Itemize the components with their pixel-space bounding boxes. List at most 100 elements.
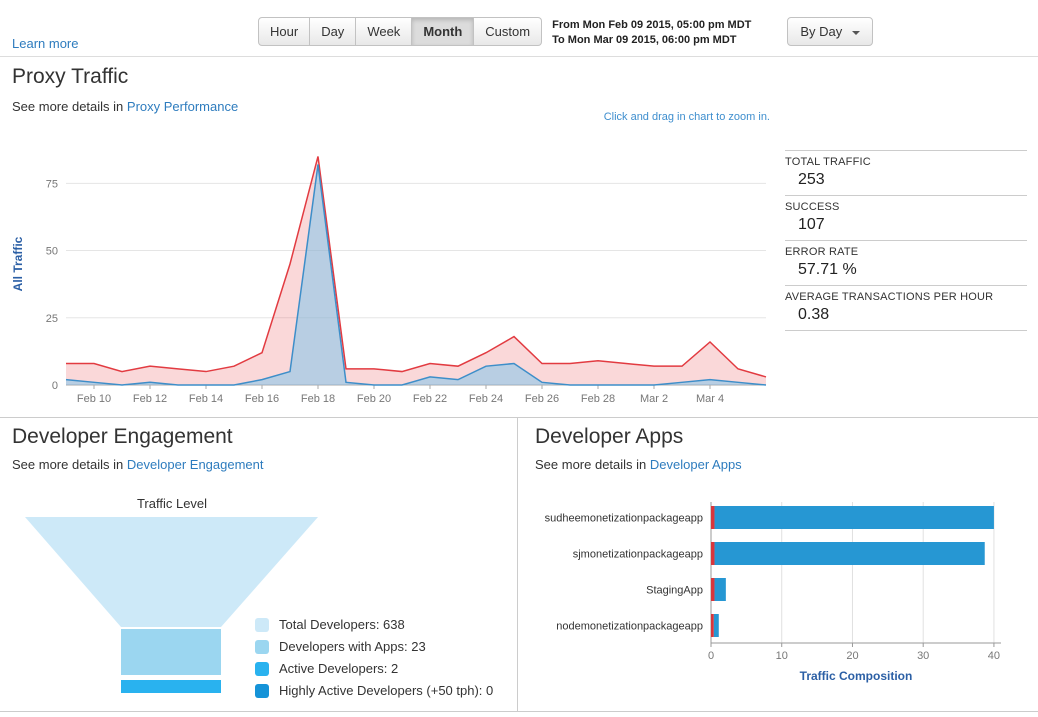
proxy-performance-link[interactable]: Proxy Performance xyxy=(127,99,238,114)
dashboard-page: Learn more Hour Day Week Month Custom From M… xyxy=(0,0,1038,717)
engagement-details-text: See more details in Developer Engagement xyxy=(12,457,264,472)
y-tick-label: 0 xyxy=(52,380,58,392)
time-range-button-group: Hour Day Week Month Custom xyxy=(258,17,543,46)
funnel-segment-total-developers xyxy=(25,517,318,627)
developer-apps-link[interactable]: Developer Apps xyxy=(650,457,742,472)
stat-value: 253 xyxy=(798,171,825,188)
learn-more-link[interactable]: Learn more xyxy=(12,36,78,51)
range-button-custom[interactable]: Custom xyxy=(474,17,543,46)
x-tick-label: Mar 2 xyxy=(640,393,668,405)
funnel-segment-developers-with-apps xyxy=(121,629,221,675)
details-prefix: See more details in xyxy=(12,457,124,472)
funnel-title: Traffic Level xyxy=(136,496,208,511)
bar-segment-errors xyxy=(711,542,715,565)
stat-value: 57.71 % xyxy=(798,261,857,278)
x-tick-label: Feb 20 xyxy=(357,393,391,405)
x-tick-label: Feb 14 xyxy=(189,393,223,405)
developer-apps-section: Developer Apps See more details in Devel… xyxy=(519,418,1038,711)
legend-item: Highly Active Developers (+50 tph): 0 xyxy=(255,683,493,698)
legend-swatch xyxy=(255,683,269,698)
legend-swatch xyxy=(255,617,269,632)
stat-total-traffic: TOTAL TRAFFIC 253 xyxy=(785,150,1027,195)
series-line-success xyxy=(65,164,767,386)
from-label: From xyxy=(552,19,580,31)
bar-segment-errors xyxy=(711,506,715,529)
funnel-segment-active-developers xyxy=(121,680,221,693)
bar-segment-traffic xyxy=(714,542,985,565)
x-tick-label: 40 xyxy=(988,650,1000,662)
time-controls: Hour Day Week Month Custom From Mon Feb 09 2… xyxy=(258,17,873,48)
details-prefix: See more details in xyxy=(12,99,124,114)
zoom-hint-text: Click and drag in chart to zoom in. xyxy=(603,111,770,123)
stat-value: 107 xyxy=(798,216,825,233)
to-label: To xyxy=(552,34,565,46)
bar-segment-traffic xyxy=(714,506,994,529)
caret-down-icon xyxy=(851,30,860,35)
granularity-label: By Day xyxy=(800,24,843,39)
legend-label: Total Developers: 638 xyxy=(279,617,405,632)
range-button-month[interactable]: Month xyxy=(412,17,475,46)
series-area-all-traffic xyxy=(66,156,766,385)
bar-category-label: sjmonetizationpackageapp xyxy=(573,549,703,561)
date-range-to: To Mon Mar 09 2015, 06:00 pm MDT xyxy=(552,33,751,48)
legend-item: Active Developers: 2 xyxy=(255,661,493,676)
legend-label: Highly Active Developers (+50 tph): 0 xyxy=(279,683,494,698)
x-tick-label: 0 xyxy=(708,650,714,662)
range-button-day[interactable]: Day xyxy=(310,17,357,46)
stat-label: AVERAGE TRANSACTIONS PER HOUR xyxy=(785,291,994,303)
page-title: Proxy Traffic xyxy=(12,65,129,88)
funnel-legend: Total Developers: 638 Developers with App… xyxy=(255,617,493,705)
stat-success: SUCCESS 107 xyxy=(785,195,1027,240)
x-tick-label: Feb 10 xyxy=(77,393,111,405)
legend-swatch xyxy=(255,639,269,654)
bottom-row: Developer Engagement See more details in… xyxy=(0,418,1038,712)
x-tick-label: 20 xyxy=(846,650,858,662)
legend-swatch xyxy=(255,661,269,676)
series-area-success xyxy=(66,164,766,385)
y-tick-label: 25 xyxy=(46,313,58,325)
developer-apps-bar-chart: 0 10 20 30 40 sudheemonetizationpackageapp sjm… xyxy=(545,502,1001,683)
x-tick-label: Feb 22 xyxy=(413,393,447,405)
range-button-week[interactable]: Week xyxy=(356,17,413,46)
bar-category-label: sudheemonetizationpackageapp xyxy=(545,513,703,525)
bar-segment-traffic xyxy=(713,614,719,637)
y-axis-label: All Traffic xyxy=(11,236,25,291)
stat-value: 0.38 xyxy=(798,306,830,323)
legend-label: Active Developers: 2 xyxy=(279,661,399,676)
proxy-traffic-section: Proxy Traffic See more details in Proxy … xyxy=(0,58,1038,418)
x-tick-label: Feb 12 xyxy=(133,393,167,405)
granularity-dropdown[interactable]: By Day xyxy=(787,17,873,46)
developer-engagement-link[interactable]: Developer Engagement xyxy=(127,457,264,472)
traffic-stats-panel: TOTAL TRAFFIC 253 SUCCESS 107 ERROR RATE 57.7… xyxy=(785,150,1027,331)
stat-average-transactions-per-hour: AVERAGE TRANSACTIONS PER HOUR 0.38 xyxy=(785,285,1027,330)
legend-item: Total Developers: 638 xyxy=(255,617,493,632)
proxy-details-text: See more details in Proxy Performance xyxy=(12,99,238,114)
stat-error-rate: ERROR RATE 57.71 % xyxy=(785,240,1027,285)
developer-engagement-section: Developer Engagement See more details in… xyxy=(0,418,518,711)
date-range-text: From Mon Feb 09 2015, 05:00 pm MDT To Mo… xyxy=(552,18,751,48)
proxy-traffic-chart[interactable]: 0 25 50 75 Feb 10 Feb 12 Feb 14 Feb 16 Feb 18 Feb… xyxy=(6,133,771,413)
from-value: Mon Feb 09 2015, 05:00 pm MDT xyxy=(582,19,752,31)
stat-label: TOTAL TRAFFIC xyxy=(785,156,871,168)
series-line-all-traffic xyxy=(66,156,767,378)
x-tick-label: Feb 26 xyxy=(525,393,559,405)
date-range-from: From Mon Feb 09 2015, 05:00 pm MDT xyxy=(552,18,751,33)
legend-label: Developers with Apps: 23 xyxy=(279,639,426,654)
bar-category-label: StagingApp xyxy=(646,585,703,597)
legend-item: Developers with Apps: 23 xyxy=(255,639,493,654)
x-tick-label: Feb 28 xyxy=(581,393,615,405)
bar-segment-errors xyxy=(711,578,715,601)
bar-segment-errors xyxy=(711,614,714,637)
details-prefix: See more details in xyxy=(535,457,647,472)
range-button-hour[interactable]: Hour xyxy=(258,17,311,46)
x-tick-label: Feb 18 xyxy=(301,393,335,405)
stat-label: ERROR RATE xyxy=(785,246,859,258)
x-axis-label: Traffic Composition xyxy=(800,669,913,683)
x-tick-label: Feb 24 xyxy=(469,393,503,405)
developer-apps-title: Developer Apps xyxy=(535,425,684,448)
developer-engagement-title: Developer Engagement xyxy=(12,425,233,448)
topbar: Learn more Hour Day Week Month Custom From M… xyxy=(0,0,1038,57)
apps-details-text: See more details in Developer Apps xyxy=(535,457,742,472)
y-tick-label: 75 xyxy=(46,178,58,190)
y-tick-label: 50 xyxy=(46,246,58,258)
